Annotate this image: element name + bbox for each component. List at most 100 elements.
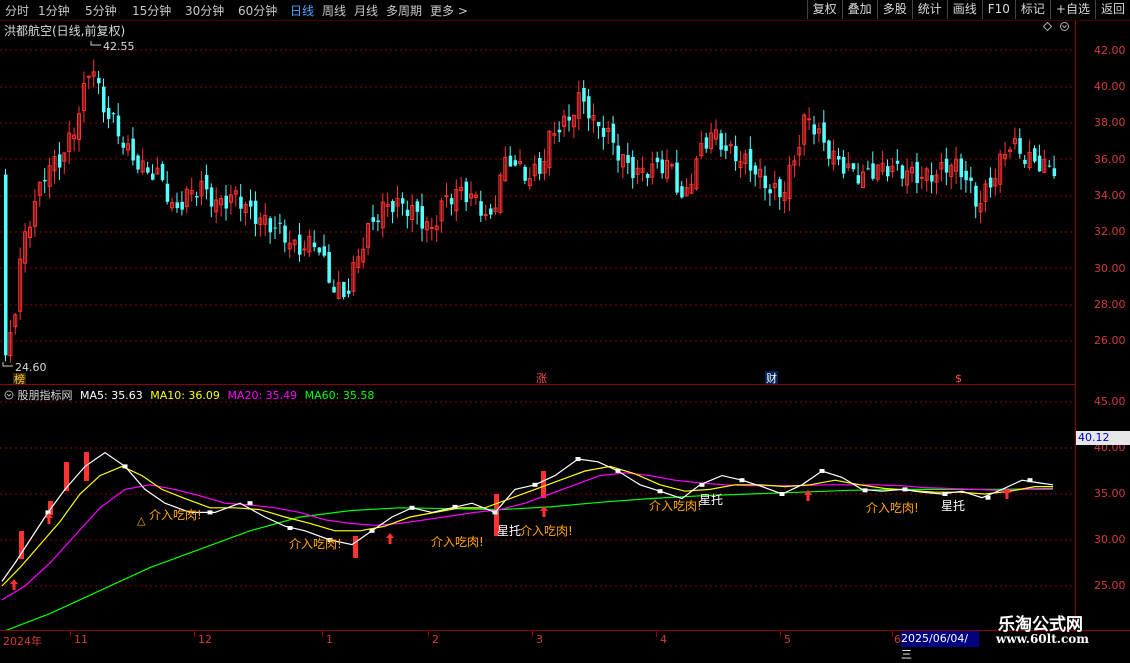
ma5-marker <box>452 504 458 509</box>
candle-body <box>165 183 170 202</box>
statistics-button[interactable]: 统计 <box>911 0 947 19</box>
period-tab-weekly[interactable]: 周线 <box>322 2 346 19</box>
period-toolbar: 分时 1分钟 5分钟 15分钟 30分钟 60分钟 日线 周线 月线 多周期 更… <box>0 0 1130 21</box>
candle-body <box>479 201 483 216</box>
period-tab-monthly[interactable]: 月线 <box>354 2 378 19</box>
candle-body <box>146 167 150 173</box>
period-tab-60min[interactable]: 60分钟 <box>238 2 277 19</box>
high-pointer <box>90 41 101 46</box>
signal-label-6: 介入吃肉! <box>866 501 919 515</box>
indicator-tick: 30.00 <box>1094 533 1126 546</box>
period-tab-5min[interactable]: 5分钟 <box>85 2 117 19</box>
candle-body <box>1023 159 1027 165</box>
candle-body <box>851 163 856 170</box>
candle-body <box>298 234 302 255</box>
ma5-marker <box>819 469 825 473</box>
candle-body <box>964 170 968 181</box>
period-tab-timeshare[interactable]: 分时 <box>5 2 29 19</box>
panel-separator <box>0 384 1075 385</box>
ma5-legend: MA5: 35.63 <box>80 389 143 402</box>
signal-bar <box>353 536 358 558</box>
candle-body <box>538 157 542 174</box>
indicator-tick: 45.00 <box>1094 395 1126 408</box>
period-tab-30min[interactable]: 30分钟 <box>185 2 224 19</box>
candle-body <box>1018 138 1022 154</box>
period-tab-more-label: 更多 <box>430 4 455 18</box>
signal-label-5: 介入吃肉! <box>649 499 702 513</box>
candle-body <box>988 177 993 188</box>
candle-body <box>778 179 782 198</box>
ma5-marker <box>45 510 51 515</box>
candle-body <box>376 220 380 223</box>
period-tab-multi[interactable]: 多周期 <box>386 2 422 19</box>
indicator-menu-icon[interactable] <box>4 390 14 400</box>
candle-body <box>224 195 228 209</box>
candle-body <box>895 160 900 164</box>
ma5-marker <box>779 492 785 496</box>
period-tab-more[interactable]: 更多 > <box>430 2 468 19</box>
kline-chart: 42.55 24.60 榜 涨 财 $ △ 介入吃肉! 介入吃肉! 介入吃肉! … <box>0 40 1075 630</box>
date-label: 6 <box>894 633 901 646</box>
candle-body <box>151 173 155 180</box>
multi-stock-button[interactable]: 多股 <box>876 0 912 19</box>
buy-arrows <box>10 488 1011 590</box>
period-tab-15min[interactable]: 15分钟 <box>132 2 171 19</box>
candle-body <box>405 209 410 217</box>
candle-body <box>268 218 273 233</box>
price-tick: 34.00 <box>1094 189 1126 202</box>
candle-body <box>645 174 650 178</box>
candle-body <box>121 142 126 148</box>
candle-body <box>160 163 165 181</box>
ma5-marker <box>247 501 253 506</box>
ma5-marker <box>369 528 375 533</box>
overlay-button[interactable]: 叠加 <box>841 0 877 19</box>
date-divider <box>194 631 195 637</box>
cursor-date-badge: 2025/06/04/三 <box>901 631 979 661</box>
price-tick: 28.00 <box>1094 298 1126 311</box>
price-tick: 30.00 <box>1094 262 1126 275</box>
candle-body <box>273 227 277 229</box>
candle-body <box>919 176 924 179</box>
candle-body <box>974 185 978 207</box>
back-button[interactable]: 返回 <box>1094 0 1130 19</box>
add-watchlist-button[interactable]: +自选 <box>1049 0 1095 19</box>
candle-body <box>753 165 758 175</box>
candle-body <box>812 124 816 135</box>
candle-body <box>915 161 919 183</box>
date-divider <box>780 631 781 637</box>
date-divider <box>322 631 323 637</box>
f10-button[interactable]: F10 <box>981 0 1015 19</box>
marker-finance[interactable]: 财 <box>766 371 777 385</box>
candle-body <box>959 158 963 178</box>
candle-body <box>655 157 660 163</box>
candle-body <box>886 166 890 177</box>
support-label-2: 星托 <box>699 493 723 507</box>
period-tab-1min[interactable]: 1分钟 <box>38 2 70 19</box>
date-label: 12 <box>198 633 212 646</box>
candle-body <box>611 123 616 143</box>
period-tab-daily[interactable]: 日线 <box>290 2 314 19</box>
candle-body <box>748 148 753 171</box>
candle-body <box>734 145 738 162</box>
indicator-tick: 35.00 <box>1094 487 1126 500</box>
mark-button[interactable]: 标记 <box>1014 0 1050 19</box>
candle-body <box>822 122 826 143</box>
ma5-marker <box>985 495 991 500</box>
candle-body <box>944 158 949 173</box>
candle-body <box>827 140 831 159</box>
date-divider <box>70 631 71 637</box>
candle-body <box>415 201 420 212</box>
candle-body <box>209 187 214 207</box>
candle-body <box>43 179 47 182</box>
candle-body <box>596 121 601 127</box>
candle-body <box>856 175 861 184</box>
candle-body <box>724 145 728 151</box>
indicator-name[interactable]: 股朋指标网 <box>18 389 73 402</box>
date-divider <box>428 631 429 637</box>
adjust-button[interactable]: 复权 <box>806 0 842 19</box>
date-divider <box>892 631 893 637</box>
draw-line-button[interactable]: 画线 <box>946 0 982 19</box>
candle-body <box>616 145 620 161</box>
indicator-legend: 股朋指标网 MA5: 35.63 MA10: 36.09 MA20: 35.49… <box>4 387 374 403</box>
date-divider <box>656 631 657 637</box>
